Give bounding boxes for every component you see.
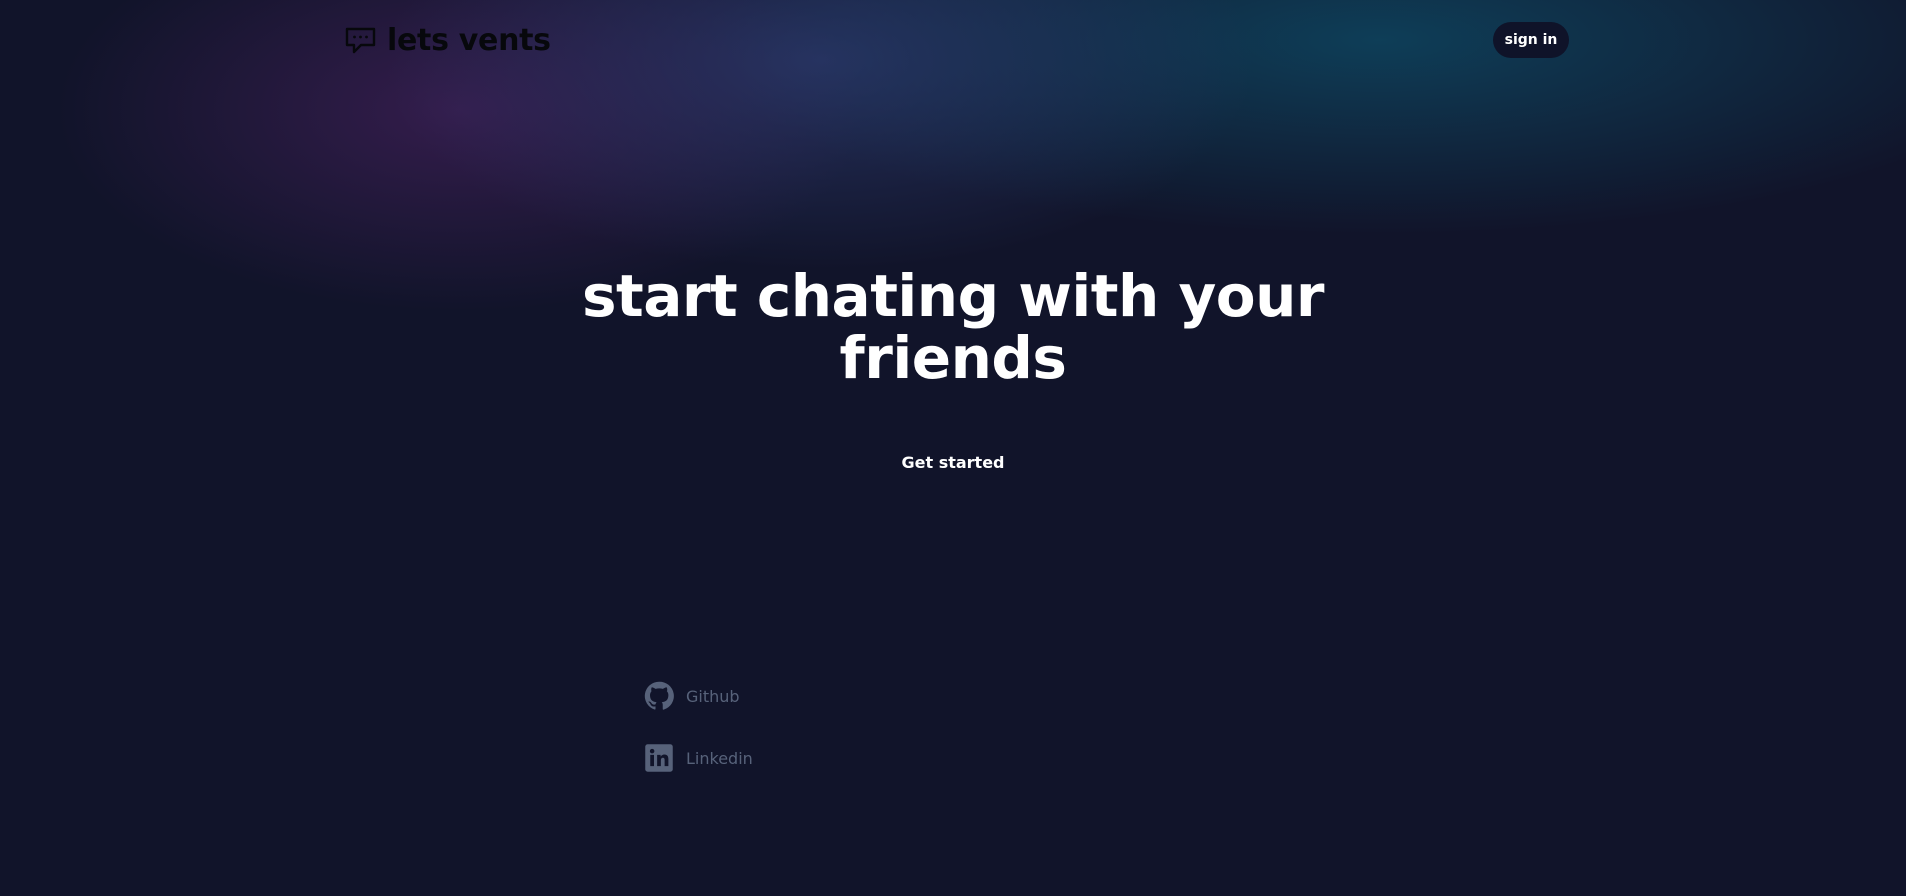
linkedin-label: Linkedin (686, 748, 753, 768)
brand-name: lets vents (387, 23, 551, 58)
github-icon (644, 681, 674, 711)
get-started-button[interactable]: Get started (878, 448, 1028, 476)
top-navbar: lets vents sign in (0, 0, 1906, 80)
sign-in-button[interactable]: sign in (1493, 22, 1569, 58)
github-label: Github (686, 686, 740, 706)
github-link[interactable]: Github (644, 681, 740, 711)
hero-title: start chating with your friends (581, 262, 1325, 392)
chat-bubble-icon (344, 26, 377, 56)
linkedin-link[interactable]: Linkedin (644, 743, 753, 773)
linkedin-icon (644, 743, 674, 773)
brand-logo[interactable]: lets vents (344, 22, 551, 60)
